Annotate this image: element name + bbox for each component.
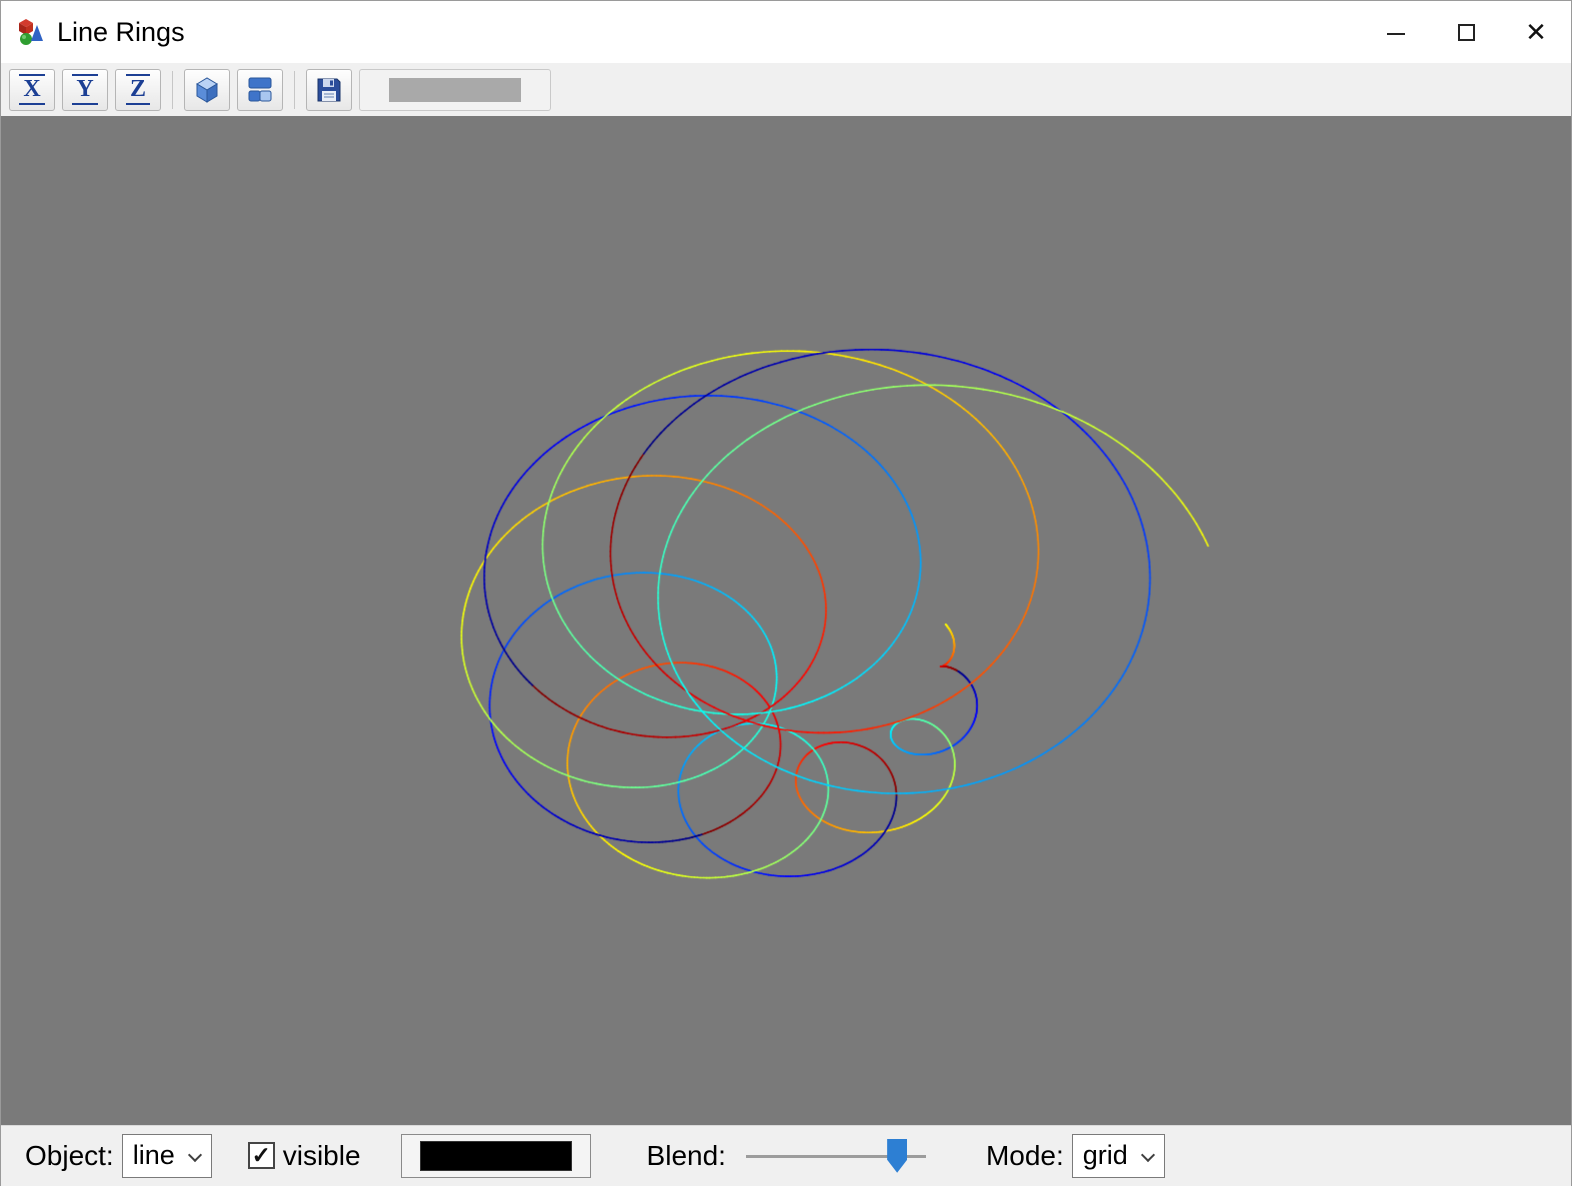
save-icon: [317, 78, 341, 101]
object-select-value: line: [132, 1140, 175, 1171]
blend-slider[interactable]: [745, 1134, 926, 1178]
minimize-button[interactable]: [1361, 1, 1431, 63]
axis-x-button[interactable]: X: [9, 68, 55, 111]
maximize-icon: [1457, 23, 1475, 41]
status-bar: Object: line ✓ visible Blend: Mode: grid: [1, 1124, 1571, 1186]
checkmark-icon: ✓: [251, 1142, 271, 1169]
layers-icon: [248, 77, 272, 101]
toolbar-separator: [172, 70, 173, 109]
axis-z-icon: Z: [125, 74, 150, 105]
mode-select[interactable]: grid: [1071, 1133, 1165, 1178]
axis-y-button[interactable]: Y: [62, 68, 108, 111]
close-button[interactable]: ✕: [1501, 1, 1571, 63]
visible-checkbox[interactable]: ✓: [247, 1142, 275, 1170]
toolbar: X Y Z: [1, 63, 1571, 116]
scene-canvas[interactable]: [1, 116, 1571, 1125]
object-label: Object:: [25, 1139, 114, 1171]
color-picker-button[interactable]: [400, 1133, 591, 1178]
title-bar: Line Rings ✕: [1, 1, 1571, 63]
maximize-button[interactable]: [1431, 1, 1501, 63]
disabled-button-placeholder: [389, 77, 521, 102]
chevron-down-icon: [187, 1147, 202, 1162]
layers-button[interactable]: [237, 68, 283, 111]
axis-y-icon: Y: [72, 74, 98, 105]
visible-label: visible: [282, 1139, 361, 1171]
blend-slider-thumb[interactable]: [887, 1138, 908, 1173]
object-select[interactable]: line: [121, 1133, 212, 1178]
close-icon: ✕: [1525, 17, 1547, 47]
axis-x-icon: X: [19, 74, 45, 105]
cube-3d-icon: [196, 76, 218, 103]
window-title: Line Rings: [57, 16, 185, 47]
app-icon: [19, 19, 43, 45]
save-button[interactable]: [306, 68, 352, 111]
mode-label: Mode:: [985, 1139, 1064, 1171]
minimize-icon: [1387, 33, 1405, 35]
axis-z-button[interactable]: Z: [115, 68, 161, 111]
chevron-down-icon: [1140, 1147, 1155, 1162]
mode-select-value: grid: [1082, 1140, 1128, 1171]
view-3d-button[interactable]: [184, 68, 230, 111]
app-window: Line Rings ✕ X Y Z Object: line ✓ visibl…: [0, 0, 1572, 1186]
toolbar-separator: [294, 70, 295, 109]
color-swatch: [419, 1140, 572, 1171]
disabled-toolbar-button[interactable]: [359, 68, 551, 111]
blend-label: Blend:: [646, 1139, 726, 1171]
window-controls: ✕: [1361, 1, 1571, 63]
